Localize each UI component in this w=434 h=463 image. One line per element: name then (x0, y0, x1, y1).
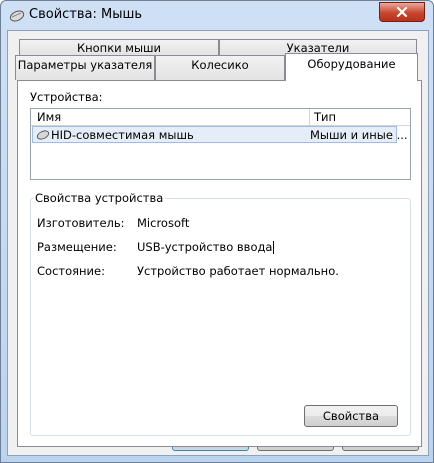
tab-label: Параметры указателя (17, 58, 153, 72)
hardware-panel: Устройства: Имя Тип HID-совместимая мышь… (17, 80, 422, 447)
status-label: Состояние: (37, 264, 105, 278)
manufacturer-label: Изготовитель: (37, 216, 125, 230)
status-value: Устройство работает нормально. (137, 264, 339, 278)
tab-label: Колесико (191, 58, 249, 72)
title-bar[interactable]: Свойства: Мышь (1, 1, 433, 29)
properties-button[interactable]: Свойства (304, 405, 398, 427)
location-value-wrap[interactable]: USB-устройство ввода (137, 240, 275, 254)
device-type: Мыши и иные ... (310, 128, 408, 142)
dialog-client-area: Кнопки мыши Указатели Параметры указател… (7, 30, 429, 456)
location-label: Размещение: (37, 240, 117, 254)
column-header-name[interactable]: Имя (37, 110, 61, 124)
tab-pointer-options[interactable]: Параметры указателя (15, 55, 155, 80)
column-separator[interactable] (309, 109, 310, 125)
mouse-icon (36, 130, 50, 140)
close-button[interactable] (379, 2, 425, 22)
window-title: Свойства: Мышь (29, 7, 143, 22)
column-header-type[interactable]: Тип (314, 110, 336, 124)
device-name: HID-совместимая мышь (51, 128, 194, 142)
text-caret (273, 241, 275, 254)
manufacturer-value: Microsoft (137, 216, 190, 230)
tab-wheel[interactable]: Колесико (155, 55, 285, 80)
tab-hardware[interactable]: Оборудование (285, 53, 418, 81)
tab-label: Кнопки мыши (76, 41, 162, 55)
tab-mouse-buttons[interactable]: Кнопки мыши (19, 39, 219, 55)
close-icon (396, 7, 408, 17)
devices-label: Устройства: (30, 90, 103, 104)
list-header: Имя Тип (31, 109, 410, 126)
location-value: USB-устройство ввода (137, 240, 273, 254)
device-properties-group (30, 198, 411, 436)
mouse-icon (9, 10, 25, 22)
devices-list[interactable]: Имя Тип HID-совместимая мышь Мыши и иные… (30, 108, 411, 180)
tab-label: Оборудование (307, 57, 396, 71)
device-properties-title: Свойства устройства (33, 191, 166, 205)
window: Свойства: Мышь Кнопки мыши Указатели Пар… (0, 0, 434, 463)
device-row[interactable]: HID-совместимая мышь Мыши и иные ... (32, 126, 408, 143)
